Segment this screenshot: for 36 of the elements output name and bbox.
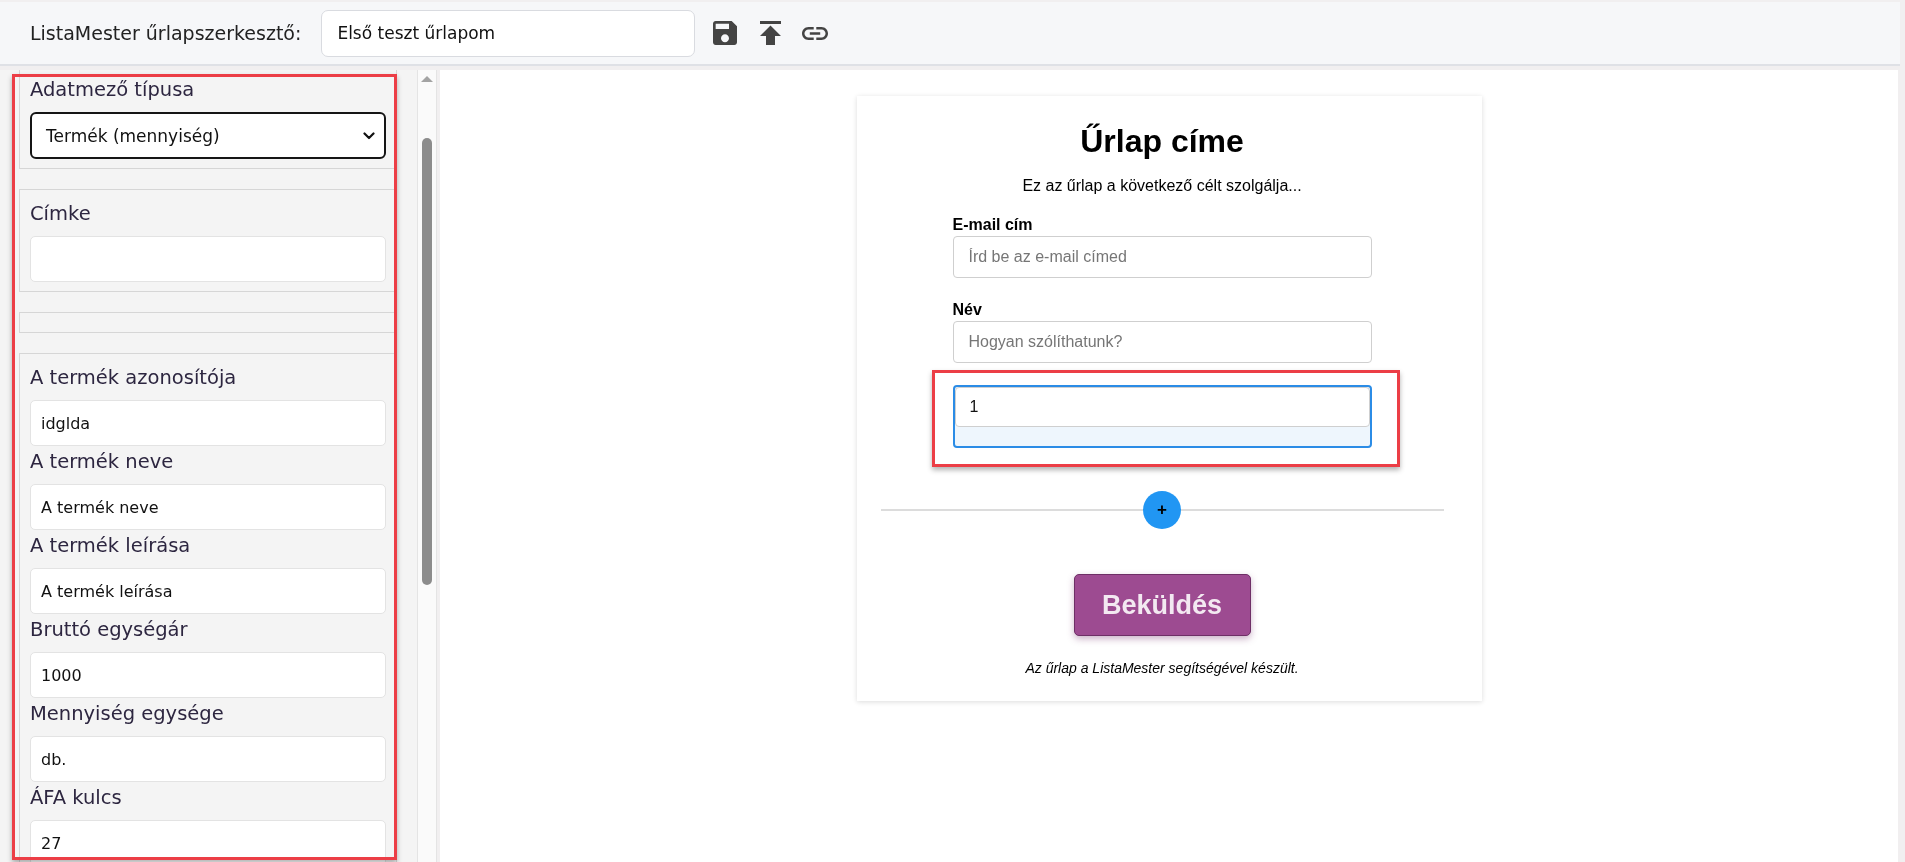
quantity-field-block[interactable]: 1 (952, 385, 1372, 448)
link-icon[interactable] (802, 26, 829, 40)
add-field-button[interactable]: + (1143, 491, 1181, 529)
property-input[interactable] (30, 236, 386, 282)
property-input[interactable]: db. (30, 736, 386, 782)
property-input[interactable]: 1000 (30, 652, 386, 698)
field-type-select[interactable]: Termék (mennyiség) (30, 112, 386, 159)
property-input[interactable]: idglda (30, 400, 386, 446)
scrollbar[interactable] (417, 70, 437, 862)
scroll-up-arrow-icon[interactable] (421, 76, 433, 82)
quantity-input[interactable]: 1 (954, 387, 1370, 427)
property-label: Bruttó egységár (30, 618, 189, 642)
chevron-down-icon (363, 131, 375, 140)
property-label: Mennyiség egysége (30, 702, 225, 726)
field-label: E-mail cím (952, 215, 1034, 235)
property-label: A termék neve (30, 450, 175, 474)
submit-button[interactable]: Beküldés (1073, 574, 1251, 636)
property-label: ÁFA kulcs (30, 786, 123, 810)
property-input[interactable]: A termék leírása (30, 568, 386, 614)
property-input[interactable]: A termék neve (30, 484, 386, 530)
upload-icon[interactable] (760, 21, 782, 45)
save-icon[interactable] (713, 21, 738, 45)
property-input[interactable]: 27 (30, 820, 386, 862)
input-field[interactable]: Hogyan szólíthatunk? (952, 321, 1372, 363)
form-description: Ez az űrlap a következő célt szolgálja... (1021, 176, 1303, 196)
property-label: Adatmező típusa (30, 78, 196, 102)
input-field[interactable]: Írd be az e-mail címed (952, 236, 1372, 278)
form-title: Űrlap címe (1079, 122, 1245, 161)
editor-title: ListaMester űrlapszerkesztő: (30, 22, 302, 44)
form-footer-note: Az űrlap a ListaMester segítségével készült. (1024, 659, 1300, 677)
property-label: A termék leírása (30, 534, 192, 558)
property-label: A termék azonosítója (30, 366, 238, 390)
field-label: Név (952, 300, 983, 320)
property-label: Címke (30, 202, 92, 226)
scrollbar-thumb[interactable] (422, 138, 432, 585)
form-name-field[interactable]: Első teszt űrlapom (321, 9, 696, 57)
